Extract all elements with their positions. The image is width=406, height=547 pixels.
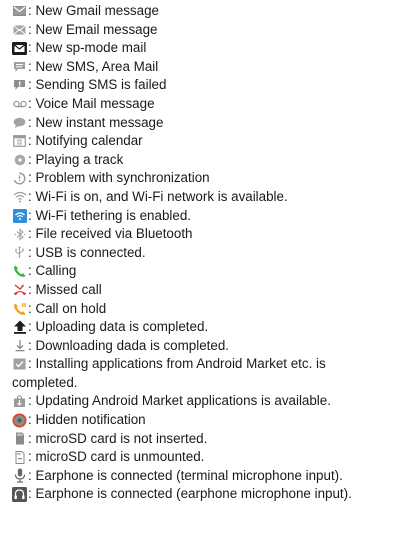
sync-problem-icon [12, 171, 27, 185]
list-item: : File received via Bluetooth [0, 225, 406, 244]
list-item-label: : microSD card is unmounted. [28, 449, 205, 465]
call-on-hold-icon [12, 302, 27, 316]
wifi-available-icon [12, 190, 27, 204]
wifi-tethering-icon [12, 208, 27, 223]
download-complete-icon [12, 339, 27, 353]
list-item-label: : microSD card is not inserted. [28, 430, 208, 446]
list-item-label: : Uploading data is completed. [28, 319, 209, 335]
list-item: : Problem with synchronization [0, 169, 406, 188]
sd-not-inserted-icon [12, 432, 27, 446]
list-item: : New Email message [0, 21, 406, 40]
bluetooth-received-icon [12, 227, 27, 241]
sd-unmounted-icon [12, 450, 27, 464]
list-item-label: : File received via Bluetooth [28, 226, 193, 242]
list-item-label-continued: completed. [12, 374, 78, 390]
list-item: : microSD card is unmounted. [0, 448, 406, 467]
list-item: : New Gmail message [0, 2, 406, 21]
earphone-mic-icon [12, 486, 27, 502]
list-item-label: : Downloading dada is completed. [28, 337, 229, 353]
list-item-label: : Earphone is connected (earphone microp… [28, 486, 352, 502]
install-complete-icon [12, 357, 27, 371]
list-item: : Wi-Fi is on, and Wi-Fi network is avai… [0, 188, 406, 207]
upload-complete-icon [12, 320, 27, 334]
list-item-label: : Earphone is connected (terminal microp… [28, 467, 343, 483]
calling-icon [12, 264, 27, 278]
list-item: : Sending SMS is failed [0, 76, 406, 95]
usb-icon [12, 246, 27, 260]
list-item-label: : Wi-Fi tethering is enabled. [28, 207, 191, 223]
sp-mode-mail-icon [12, 41, 27, 55]
list-item: : Uploading data is completed. [0, 318, 406, 337]
list-item: : Voice Mail message [0, 95, 406, 114]
gmail-envelope-icon [12, 4, 27, 18]
list-item: : Playing a track [0, 151, 406, 170]
list-item: : Calling [0, 262, 406, 281]
hidden-notification-icon [12, 413, 27, 428]
calendar-icon [12, 134, 27, 148]
playing-track-icon [12, 153, 27, 167]
list-item: : Wi-Fi tethering is enabled. [0, 207, 406, 226]
email-envelope-icon [12, 23, 27, 37]
missed-call-icon [12, 283, 27, 297]
list-item: : Call on hold [0, 300, 406, 319]
list-item: : New SMS, Area Mail [0, 58, 406, 77]
list-item-label: : Problem with synchronization [28, 170, 210, 186]
instant-message-icon [12, 116, 27, 130]
list-item: : New sp-mode mail [0, 39, 406, 58]
list-item: : Missed call [0, 281, 406, 300]
list-item: : Downloading dada is completed. [0, 337, 406, 356]
list-item: : Earphone is connected (earphone microp… [0, 485, 406, 504]
list-item: : microSD card is not inserted. [0, 430, 406, 449]
list-item: : New instant message [0, 114, 406, 133]
voicemail-icon [12, 97, 27, 111]
list-item: : Notifying calendar [0, 132, 406, 151]
status-icon-list: : New Gmail message : New Email message … [0, 0, 406, 504]
sms-failed-icon [12, 78, 27, 92]
sms-bubble-icon [12, 60, 27, 74]
list-item: : Updating Android Market applications i… [0, 392, 406, 411]
list-item: : Installing applications from Android M… [0, 355, 406, 392]
market-update-icon [12, 394, 27, 408]
list-item: : Earphone is connected (terminal microp… [0, 467, 406, 486]
list-item: : Hidden notification [0, 411, 406, 430]
earphone-terminal-mic-icon [12, 468, 27, 483]
list-item-label: : Installing applications from Android M… [28, 356, 326, 372]
list-item-label: : Wi-Fi is on, and Wi-Fi network is avai… [28, 188, 288, 204]
list-item: : USB is connected. [0, 244, 406, 263]
list-item-label: : Updating Android Market applications i… [28, 393, 331, 409]
